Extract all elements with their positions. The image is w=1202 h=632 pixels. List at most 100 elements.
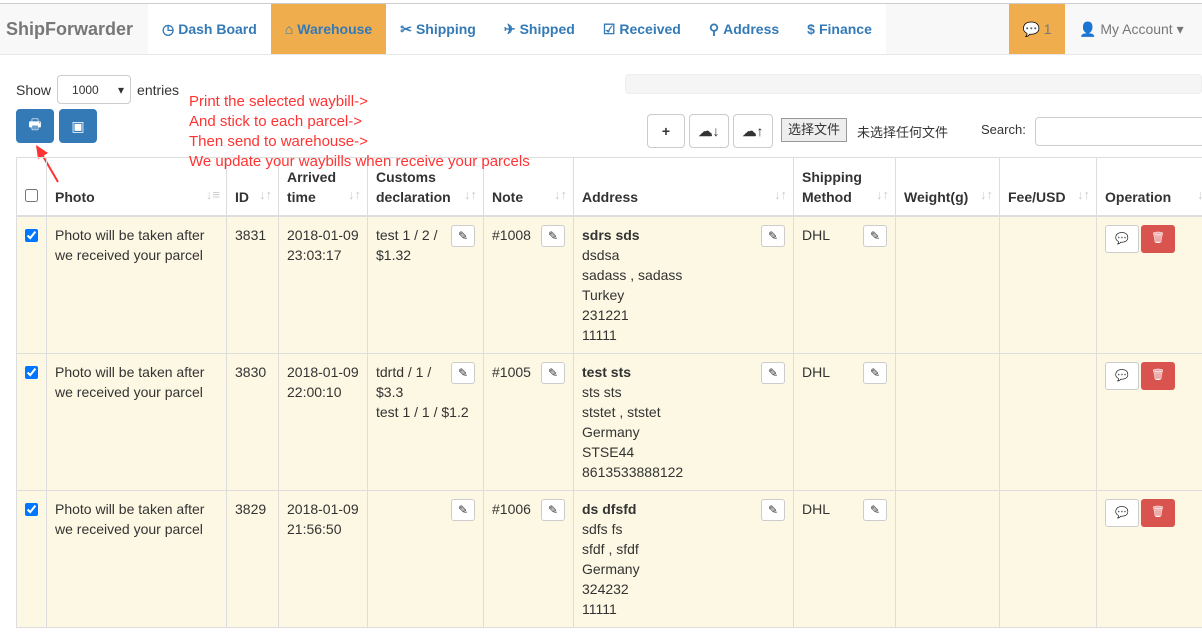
note-cell: ✎ #1006 [483, 489, 574, 628]
edit-button[interactable]: ✎ [863, 361, 887, 384]
edit-button[interactable]: ✎ [541, 361, 565, 384]
edit-button[interactable]: ✎ [541, 224, 565, 247]
print-button[interactable]: 🖶 [16, 109, 54, 143]
nav-received[interactable]: ☑ Received [589, 4, 695, 54]
customs-cell: ✎ tdrtd / 1 / $3.3 test 1 / 1 / $1.2 [367, 352, 484, 491]
progress-bar [625, 74, 1202, 94]
note-cell: ✎ #1008 [483, 215, 574, 354]
upload-button[interactable]: ☁↑ [733, 114, 773, 148]
photo-cell: Photo will be taken after we received yo… [46, 352, 227, 491]
select-all-checkbox[interactable] [25, 188, 38, 202]
column-header[interactable]: Address ↓↑ [573, 157, 794, 217]
address-cell: ✎ test sts sts sts ststet , ststet Germany ST… [573, 352, 794, 491]
brand-logo[interactable]: ShipForwarder [0, 4, 148, 54]
nav-shipped[interactable]: ✈ Shipped [490, 4, 589, 54]
delete-button[interactable]: 🗑 [1141, 498, 1175, 527]
row-checkbox[interactable] [25, 365, 38, 379]
sort-desc-icon: ↓≡ [205, 186, 220, 202]
choose-file-button[interactable]: 选择文件 [781, 118, 848, 142]
arrived-cell: 2018-01-09 22:00:10 [278, 352, 368, 491]
table-row: Photo will be taken after we received yo… [16, 215, 1202, 354]
sort-icon: ↓↑ [1197, 186, 1202, 202]
pencil-icon: ✎ [767, 502, 779, 517]
search-input[interactable] [1035, 117, 1202, 146]
comment-button[interactable]: 💬 [1105, 361, 1139, 390]
shipping-method-cell: ✎ DHL [793, 215, 896, 354]
no-file-label: 未选择任何文件 [857, 125, 949, 140]
sort-icon: ↓↑ [464, 186, 477, 202]
pencil-icon: ✎ [457, 365, 469, 380]
map-marker-icon: ⚲ [708, 21, 720, 37]
photo-cell: Photo will be taken after we received yo… [46, 215, 227, 354]
column-header[interactable]: Shipping Method ↓↑ [793, 157, 896, 217]
edit-button[interactable]: ✎ [863, 498, 887, 521]
column-header[interactable]: Weight(g) ↓↑ [895, 157, 1000, 217]
dashboard-icon: ◷ [162, 21, 175, 37]
edit-button[interactable]: ✎ [451, 224, 475, 247]
download-button[interactable]: ☁↓ [689, 114, 729, 148]
comment-icon: 💬 [1022, 21, 1040, 37]
edit-button[interactable]: ✎ [863, 224, 887, 247]
nav-address[interactable]: ⚲ Address [695, 4, 793, 54]
annotation-line: We update your waybills when receive you… [189, 153, 530, 170]
my-account-dropdown[interactable]: 👤 My Account ▾ [1065, 4, 1202, 54]
operation-cell: 💬 🗑 [1096, 215, 1202, 354]
row-checkbox[interactable] [25, 502, 38, 516]
comment-button[interactable]: 💬 [1105, 224, 1139, 253]
fee-cell [999, 489, 1097, 628]
pencil-icon: ✎ [767, 365, 779, 380]
comment-icon: 💬 [1115, 232, 1129, 245]
id-cell: 3829 [226, 489, 279, 628]
nav-dash-board[interactable]: ◷ Dash Board [148, 4, 271, 54]
parcels-table: Photo ↓≡ ID ↓↑ Arrived time ↓↑ Customs declara… [16, 157, 1202, 628]
cloud-download-icon: ☁↓ [698, 122, 720, 139]
comment-button[interactable]: 💬 [1105, 498, 1139, 527]
row-checkbox[interactable] [25, 228, 38, 242]
comment-icon: 💬 [1115, 506, 1129, 519]
search-label: Search: [981, 122, 1026, 137]
sort-icon: ↓↑ [259, 186, 272, 202]
edit-button[interactable]: ✎ [761, 361, 785, 384]
edit-button[interactable]: ✎ [541, 498, 565, 521]
customs-cell: ✎ [367, 489, 484, 628]
export-excel-button[interactable]: ▣ [59, 109, 97, 143]
caret-down-icon: ▾ [118, 82, 125, 97]
trash-icon: 🗑 [1151, 505, 1165, 518]
navbar: ShipForwarder ◷ Dash Board ⌂ Warehouse ✂ Ship… [0, 3, 1202, 55]
sort-icon: ↓↑ [876, 186, 889, 202]
weight-cell [895, 489, 1000, 628]
annotation-line: Print the selected waybill-> [189, 93, 368, 110]
pencil-icon: ✎ [547, 228, 559, 243]
column-header[interactable]: Operation↓↑ [1096, 157, 1202, 217]
weight-cell [895, 352, 1000, 491]
pencil-icon: ✎ [457, 228, 469, 243]
nav-shipping[interactable]: ✂ Shipping [386, 4, 490, 54]
edit-button[interactable]: ✎ [761, 498, 785, 521]
add-button[interactable]: + [647, 114, 685, 148]
select-all-cell [16, 157, 47, 217]
delete-button[interactable]: 🗑 [1141, 224, 1175, 253]
table-row: Photo will be taken after we received yo… [16, 489, 1202, 628]
operation-cell: 💬 🗑 [1096, 352, 1202, 491]
edit-button[interactable]: ✎ [451, 361, 475, 384]
comment-icon: 💬 [1115, 369, 1129, 382]
page-size-select[interactable]: 1000 ▾ [57, 75, 132, 104]
arrived-cell: 2018-01-09 21:56:50 [278, 489, 368, 628]
user-icon: 👤 [1079, 21, 1097, 37]
cloud-upload-icon: ☁↑ [742, 122, 764, 139]
edit-button[interactable]: ✎ [761, 224, 785, 247]
note-cell: ✎ #1005 [483, 352, 574, 491]
messages-button[interactable]: 💬 1 [1009, 4, 1065, 54]
excel-icon: ▣ [71, 117, 85, 134]
trash-icon: 🗑 [1151, 368, 1165, 381]
nav-warehouse[interactable]: ⌂ Warehouse [270, 4, 387, 54]
edit-button[interactable]: ✎ [451, 498, 475, 521]
nav-finance[interactable]: $ Finance [793, 4, 886, 54]
fee-cell [999, 352, 1097, 491]
dollar-icon: $ [807, 21, 815, 37]
sort-icon: ↓↑ [1077, 186, 1090, 202]
delete-button[interactable]: 🗑 [1141, 361, 1175, 390]
page-length-control: Show 1000 ▾ entries [16, 75, 179, 104]
column-header[interactable]: Fee/USD ↓↑ [999, 157, 1097, 217]
pencil-icon: ✎ [869, 502, 881, 517]
